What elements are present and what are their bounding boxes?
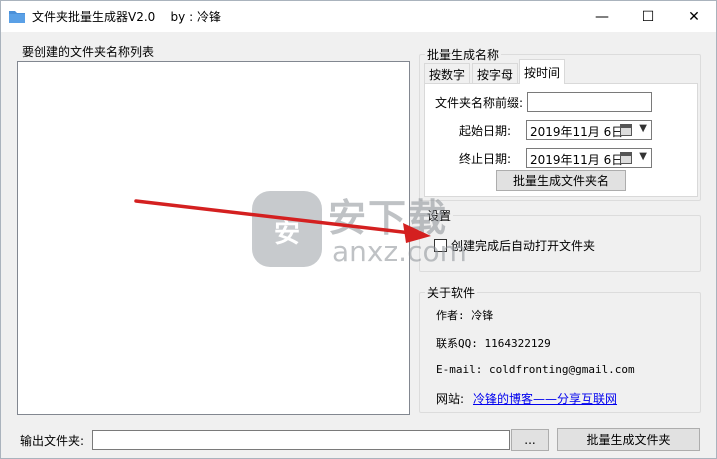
- maximize-icon: ☐: [641, 8, 655, 25]
- end-date-picker[interactable]: 2019年11月 6日 ▼: [526, 148, 652, 168]
- calendar-icon[interactable]: [620, 124, 632, 136]
- author-text: 作者: 冷锋: [436, 309, 494, 322]
- app-window: 文件夹批量生成器V2.0 by : 冷锋 — ☐ ✕ 要创建的文件夹名称列表 批…: [0, 0, 717, 459]
- prefix-input[interactable]: [527, 92, 652, 112]
- email-text: E-mail: coldfronting@gmail.com: [436, 363, 635, 376]
- auto-open-checkbox[interactable]: [434, 239, 447, 252]
- folder-name-list[interactable]: [17, 61, 410, 415]
- qq-text: 联系QQ: 1164322129: [436, 337, 551, 350]
- minimize-icon: —: [595, 8, 609, 25]
- browse-button[interactable]: ...: [511, 429, 549, 451]
- start-date-picker[interactable]: 2019年11月 6日 ▼: [526, 120, 652, 140]
- generate-folders-button[interactable]: 批量生成文件夹: [557, 428, 700, 451]
- about-group: 关于软件 作者: 冷锋 联系QQ: 1164322129 E-mail: col…: [419, 284, 701, 413]
- close-button[interactable]: ✕: [671, 1, 717, 32]
- folder-list-label: 要创建的文件夹名称列表: [22, 45, 155, 59]
- site-link[interactable]: 冷锋的博客——分享互联网: [473, 390, 617, 407]
- start-date-label: 起始日期:: [459, 124, 512, 138]
- generate-names-button[interactable]: 批量生成文件夹名: [496, 170, 626, 191]
- close-icon: ✕: [688, 8, 700, 25]
- batch-generate-group: 批量生成名称 按数字 按字母 按时间 文件夹名称前缀: 起始日期: 2019年1…: [419, 46, 701, 201]
- chevron-down-icon[interactable]: ▼: [639, 123, 647, 134]
- minimize-button[interactable]: —: [579, 1, 625, 32]
- prefix-label: 文件夹名称前缀:: [435, 96, 524, 110]
- output-folder-label: 输出文件夹:: [20, 434, 85, 448]
- tab-panel-time: 文件夹名称前缀: 起始日期: 2019年11月 6日 ▼ 终止日期: 2019年…: [424, 83, 698, 197]
- batch-group-title: 批量生成名称: [425, 46, 502, 63]
- tab-by-time[interactable]: 按时间: [519, 59, 566, 84]
- start-date-value: 2019年11月 6日: [530, 125, 624, 139]
- settings-group: 设置 创建完成后自动打开文件夹: [419, 207, 701, 272]
- end-date-value: 2019年11月 6日: [530, 153, 624, 167]
- tab-by-letter[interactable]: 按字母: [472, 63, 519, 83]
- window-title: 文件夹批量生成器V2.0 by : 冷锋: [32, 10, 221, 24]
- maximize-button[interactable]: ☐: [625, 1, 671, 32]
- title-bar: 文件夹批量生成器V2.0 by : 冷锋 — ☐ ✕: [1, 1, 716, 32]
- end-date-label: 终止日期:: [459, 152, 512, 166]
- auto-open-label[interactable]: 创建完成后自动打开文件夹: [451, 237, 595, 254]
- tab-by-number[interactable]: 按数字: [424, 63, 471, 83]
- output-folder-input[interactable]: [92, 430, 510, 450]
- settings-group-title: 设置: [425, 207, 454, 224]
- folder-icon: [9, 11, 25, 23]
- chevron-down-icon[interactable]: ▼: [639, 151, 647, 162]
- calendar-icon[interactable]: [620, 152, 632, 164]
- site-label: 网站:: [436, 392, 465, 406]
- about-group-title: 关于软件: [425, 284, 478, 301]
